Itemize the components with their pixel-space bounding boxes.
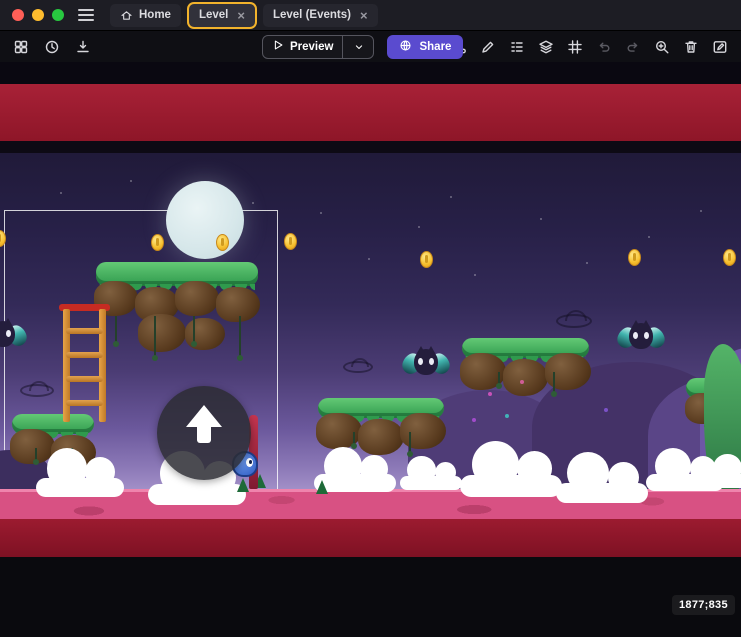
grid-icon[interactable]	[564, 36, 586, 58]
tab-label: Home	[139, 9, 171, 21]
sparkle	[488, 392, 492, 396]
tab-label: Level (Events)	[273, 9, 351, 21]
play-icon	[272, 39, 284, 54]
cloud[interactable]	[556, 464, 648, 503]
cloud[interactable]	[184, 482, 220, 497]
zoom-window-button[interactable]	[52, 9, 64, 21]
menu-icon[interactable]	[78, 9, 94, 21]
tab-bar: Home Level × Level (Events) ×	[110, 0, 378, 30]
save-icon[interactable]	[72, 36, 94, 58]
instances-list-icon[interactable]	[506, 36, 528, 58]
share-button-label: Share	[419, 41, 451, 53]
undo-icon[interactable]	[593, 36, 615, 58]
backdrop-top	[0, 62, 741, 84]
cloud[interactable]	[706, 462, 741, 488]
ufo-outline[interactable]	[343, 361, 373, 373]
scene-canvas[interactable]: 1877;835	[0, 62, 741, 637]
grass-tuft	[316, 480, 328, 494]
layout-icon[interactable]	[10, 36, 32, 58]
app-window: HomeLevel×Level (Events)× Preview Share …	[0, 0, 741, 637]
sparkle	[520, 380, 524, 384]
ladder[interactable]	[62, 304, 107, 422]
layers-icon[interactable]	[535, 36, 557, 58]
ufo-outline[interactable]	[20, 384, 54, 397]
moon[interactable]	[166, 181, 244, 259]
divider	[342, 36, 343, 58]
scene-red-band	[0, 84, 741, 141]
island-platform[interactable]	[96, 262, 258, 392]
close-tab-icon[interactable]: ×	[237, 9, 245, 22]
bat-enemy[interactable]	[403, 346, 449, 380]
coin[interactable]	[216, 234, 229, 251]
sparkle	[505, 414, 509, 418]
ufo-outline[interactable]	[556, 314, 592, 328]
preview-button[interactable]: Preview	[262, 35, 374, 59]
globe-icon	[399, 39, 412, 55]
bat-enemy[interactable]	[618, 320, 664, 354]
minimize-window-button[interactable]	[32, 9, 44, 21]
scene-gap	[0, 141, 741, 153]
chevron-down-icon[interactable]	[349, 41, 369, 53]
traffic-lights	[12, 9, 64, 21]
coin[interactable]	[420, 251, 433, 268]
toolbar-center: Preview Share	[262, 35, 463, 59]
tab-label: Level	[199, 9, 228, 21]
bat-enemy[interactable]	[0, 318, 26, 352]
sparkle	[604, 408, 608, 412]
toolbar-left	[10, 36, 94, 58]
home-icon	[120, 9, 133, 22]
star-field	[0, 62, 2, 64]
tab-level-events[interactable]: Level (Events) ×	[263, 4, 378, 27]
zoom-in-icon[interactable]	[651, 36, 673, 58]
cloud[interactable]	[460, 454, 562, 497]
preview-button-label: Preview	[290, 41, 333, 53]
edit-scene-icon[interactable]	[709, 36, 731, 58]
coin[interactable]	[151, 234, 164, 251]
cloud[interactable]	[400, 464, 462, 490]
titlebar: Home Level × Level (Events) ×	[0, 0, 741, 30]
history-icon[interactable]	[41, 36, 63, 58]
share-button[interactable]: Share	[387, 35, 463, 59]
redo-icon[interactable]	[622, 36, 644, 58]
toolbar: Preview Share	[0, 30, 741, 62]
toolbar-right	[419, 36, 731, 58]
coin[interactable]	[723, 249, 736, 266]
ground-red	[0, 519, 741, 557]
tab-home[interactable]: Home	[110, 4, 181, 27]
coin[interactable]	[284, 233, 297, 250]
tab-level[interactable]: Level ×	[189, 4, 255, 27]
coin[interactable]	[628, 249, 641, 266]
trash-icon[interactable]	[680, 36, 702, 58]
cloud[interactable]	[36, 460, 124, 497]
touch-up-button[interactable]	[157, 386, 251, 480]
close-window-button[interactable]	[12, 9, 24, 21]
pencil-icon[interactable]	[477, 36, 499, 58]
sparkle	[472, 418, 476, 422]
cursor-coordinates: 1877;835	[672, 595, 735, 615]
backdrop-bottom	[0, 557, 741, 637]
close-tab-icon[interactable]: ×	[360, 9, 368, 22]
